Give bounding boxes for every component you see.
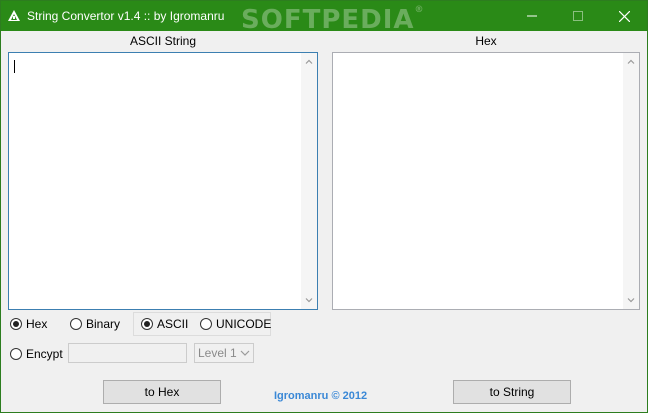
ascii-string-label: ASCII String bbox=[129, 34, 197, 48]
hex-textarea[interactable] bbox=[332, 52, 640, 310]
binary-radio-indicator[interactable] bbox=[70, 318, 82, 330]
encrypt-label: Encypt bbox=[26, 347, 63, 361]
scroll-up-icon[interactable] bbox=[626, 57, 636, 67]
ascii-radio[interactable]: ASCII bbox=[141, 317, 188, 331]
close-icon bbox=[618, 11, 630, 22]
left-scrollbar[interactable] bbox=[301, 53, 317, 309]
title-bar[interactable]: String Convertor v1.4 :: by Igromanru SO… bbox=[1, 1, 647, 35]
unicode-radio-label: UNICODE bbox=[216, 317, 272, 331]
close-button[interactable] bbox=[601, 1, 647, 31]
encrypt-key-input[interactable] bbox=[68, 343, 187, 363]
encrypt-level-select[interactable]: Level 1 bbox=[194, 343, 254, 363]
hex-label: Hex bbox=[475, 34, 497, 48]
app-window: String Convertor v1.4 :: by Igromanru SO… bbox=[0, 0, 648, 413]
app-icon bbox=[8, 10, 20, 21]
hex-radio-label: Hex bbox=[26, 317, 48, 331]
scroll-down-icon[interactable] bbox=[626, 295, 636, 305]
encrypt-radio-indicator[interactable] bbox=[10, 348, 22, 360]
text-caret bbox=[14, 60, 15, 73]
chevron-down-icon bbox=[240, 350, 250, 356]
unicode-radio[interactable]: UNICODE bbox=[200, 317, 271, 331]
ascii-string-textarea[interactable] bbox=[8, 52, 318, 310]
minimize-button[interactable] bbox=[509, 1, 555, 31]
maximize-icon bbox=[573, 11, 583, 21]
hex-radio[interactable]: Hex bbox=[10, 317, 47, 331]
credit-text: Igromanru © 2012 bbox=[274, 390, 368, 402]
to-string-button[interactable]: to String bbox=[453, 380, 571, 404]
binary-radio-label: Binary bbox=[86, 317, 121, 331]
window-title: String Convertor v1.4 :: by Igromanru bbox=[27, 9, 225, 23]
minimize-icon bbox=[527, 15, 537, 17]
softpedia-watermark: SOFTPEDIA® bbox=[241, 5, 425, 35]
encrypt-radio[interactable]: Encypt bbox=[10, 347, 63, 361]
unicode-radio-indicator[interactable] bbox=[200, 318, 212, 330]
encrypt-level-value: Level 1 bbox=[198, 346, 237, 360]
to-hex-button[interactable]: to Hex bbox=[103, 380, 221, 404]
scroll-up-icon[interactable] bbox=[304, 57, 314, 67]
binary-radio[interactable]: Binary bbox=[70, 317, 120, 331]
maximize-button[interactable] bbox=[555, 1, 601, 31]
right-scrollbar[interactable] bbox=[623, 53, 639, 309]
ascii-radio-label: ASCII bbox=[157, 317, 189, 331]
hex-radio-indicator[interactable] bbox=[10, 318, 22, 330]
scroll-down-icon[interactable] bbox=[304, 295, 314, 305]
ascii-radio-indicator[interactable] bbox=[141, 318, 153, 330]
